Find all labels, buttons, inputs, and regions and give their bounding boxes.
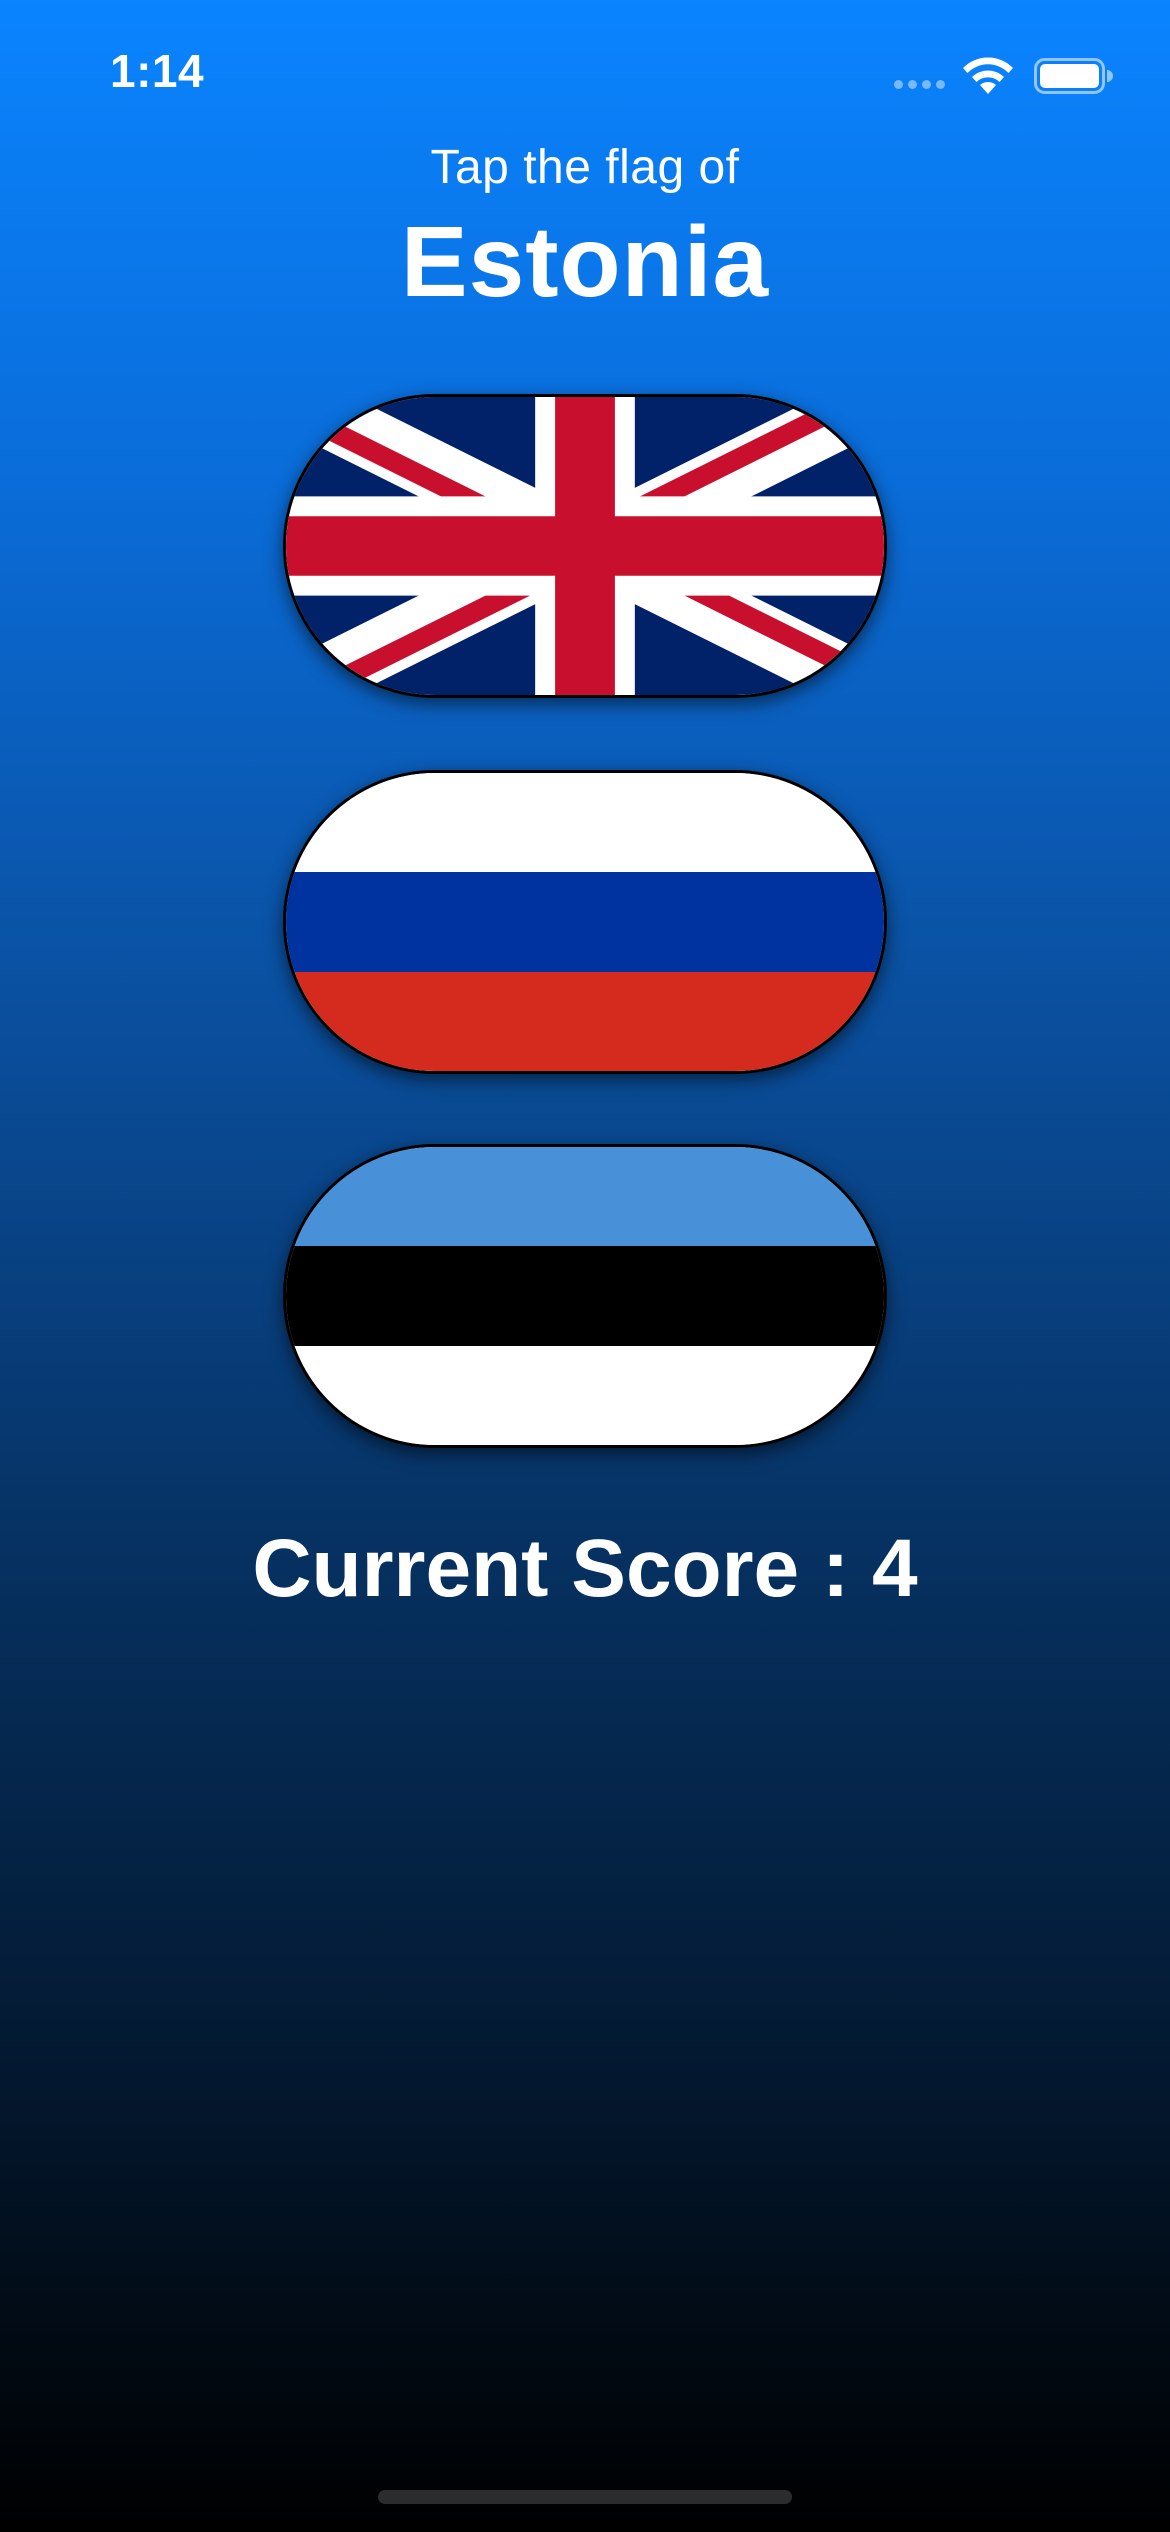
flag-stripe-blue (286, 1147, 884, 1247)
wifi-icon (963, 57, 1013, 94)
flag-stripe-white (286, 773, 884, 873)
flag-button-estonia[interactable] (283, 1144, 887, 1448)
estonia-flag-icon (286, 1147, 884, 1445)
prompt-text: Tap the flag of (430, 141, 740, 194)
flag-button-russia[interactable] (283, 770, 887, 1074)
home-indicator[interactable] (378, 2490, 792, 2504)
flag-stripe-red (286, 971, 884, 1071)
battery-icon (1034, 58, 1113, 94)
russia-flag-icon (286, 773, 884, 1071)
uk-flag-icon (286, 397, 884, 695)
cellular-signal-icon (894, 80, 946, 92)
country-name: Estonia (400, 206, 770, 318)
flag-stripe-blue (286, 872, 884, 972)
flag-stripe-black (286, 1246, 884, 1346)
flag-stripe-white (286, 1345, 884, 1445)
status-bar: 1:14 (0, 0, 1170, 140)
flag-button-uk[interactable] (283, 394, 887, 698)
status-icons (894, 54, 1114, 98)
status-time: 1:14 (110, 45, 205, 97)
current-score: Current Score : 4 (252, 1523, 918, 1614)
